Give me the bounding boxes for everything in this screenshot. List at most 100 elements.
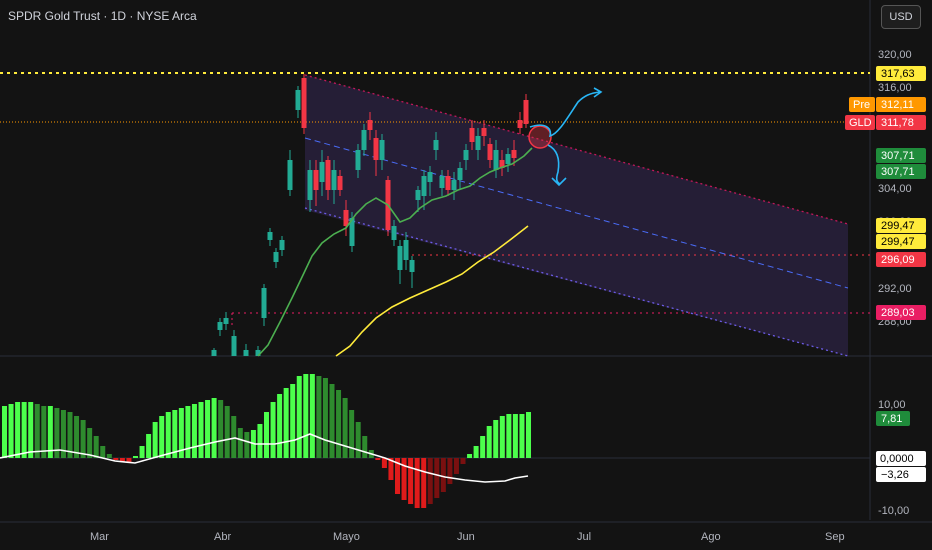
candle-body[interactable] <box>295 90 301 110</box>
histogram-bar <box>375 458 381 460</box>
osc-tag-value[interactable]: 7,81 <box>876 411 910 426</box>
histogram-bar <box>165 412 171 458</box>
histogram-bar <box>15 402 21 458</box>
histogram-bar <box>414 458 420 508</box>
osc-tick-minus-10: -10,00 <box>878 505 909 517</box>
histogram-bar <box>349 410 355 458</box>
candle-body[interactable] <box>523 100 529 124</box>
candle-body[interactable] <box>211 350 217 356</box>
osc-tick-10: 10,00 <box>878 399 906 411</box>
candle-body[interactable] <box>267 232 273 240</box>
histogram-bar <box>427 458 433 504</box>
histogram-bar <box>218 400 224 458</box>
candle-body[interactable] <box>451 180 457 190</box>
candle-body[interactable] <box>355 150 361 170</box>
candle-body[interactable] <box>427 172 433 182</box>
price-tick-292: 292,00 <box>878 283 912 295</box>
price-tag-ma-slow-1[interactable]: 299,47 <box>876 218 926 233</box>
candle-body[interactable] <box>481 128 487 136</box>
svg-text:311,78: 311,78 <box>881 117 914 129</box>
histogram-bar <box>231 416 237 458</box>
svg-text:299,47: 299,47 <box>881 220 915 232</box>
candle-body[interactable] <box>421 176 427 196</box>
candle-body[interactable] <box>337 176 343 190</box>
candle-body[interactable] <box>243 350 249 356</box>
histogram-bar <box>440 458 446 492</box>
svg-text:312,11: 312,11 <box>881 99 914 111</box>
svg-text:Pre: Pre <box>853 99 870 111</box>
candle-body[interactable] <box>391 226 397 240</box>
histogram-bar <box>499 416 505 458</box>
histogram-bar <box>80 420 86 458</box>
histogram-bar <box>139 446 145 458</box>
candle-body[interactable] <box>511 150 517 158</box>
price-tag-ma-slow-2[interactable]: 299,47 <box>876 234 926 249</box>
histogram-bar <box>146 434 152 458</box>
candle-body[interactable] <box>319 162 325 182</box>
candle-body[interactable] <box>475 136 481 150</box>
histogram-bar <box>519 414 525 458</box>
candle-body[interactable] <box>373 138 379 160</box>
candle-body[interactable] <box>273 252 279 262</box>
candle-body[interactable] <box>457 168 463 180</box>
candle-body[interactable] <box>469 128 475 142</box>
osc-tag-signal[interactable]: −3,26 <box>876 467 926 482</box>
candle-body[interactable] <box>445 176 451 190</box>
histogram-bar <box>152 422 158 458</box>
candle-body[interactable] <box>433 140 439 150</box>
price-tag-last[interactable]: GLD 311,78 <box>845 115 926 130</box>
candle-body[interactable] <box>343 210 349 226</box>
candle-body[interactable] <box>415 190 421 200</box>
candle-body[interactable] <box>223 318 229 324</box>
histogram-bar <box>257 424 263 458</box>
candle-body[interactable] <box>439 176 445 188</box>
candle-body[interactable] <box>397 246 403 270</box>
candle-body[interactable] <box>505 154 511 164</box>
price-tag-pre[interactable]: Pre 312,11 <box>849 97 926 112</box>
candle-body[interactable] <box>313 170 319 190</box>
candle-body[interactable] <box>307 170 313 200</box>
candle-body[interactable] <box>463 150 469 160</box>
svg-text:317,63: 317,63 <box>881 68 915 80</box>
svg-text:0,0000: 0,0000 <box>880 453 914 465</box>
candle-body[interactable] <box>231 336 237 356</box>
candle-body[interactable] <box>279 240 285 250</box>
histogram-bar <box>453 458 459 474</box>
histogram-bar <box>362 436 368 458</box>
price-chart[interactable]: 320,00 316,00 304,00 300,00 292,00 288,0… <box>0 0 932 550</box>
candle-body[interactable] <box>261 288 267 318</box>
oscillator-histogram[interactable] <box>2 374 531 508</box>
candle-body[interactable] <box>409 260 415 272</box>
price-tag-level-296[interactable]: 296,09 <box>876 252 926 267</box>
candle-body[interactable] <box>325 160 331 190</box>
candle-body[interactable] <box>379 140 385 160</box>
osc-tag-zero[interactable]: 0,0000 <box>876 451 926 466</box>
candle-body[interactable] <box>331 170 337 190</box>
svg-text:289,03: 289,03 <box>881 307 915 319</box>
histogram-bar <box>486 426 492 458</box>
price-tag-level-289[interactable]: 289,03 <box>876 305 926 320</box>
candle-body[interactable] <box>493 150 499 170</box>
histogram-bar <box>355 422 361 458</box>
histogram-bar <box>2 406 7 458</box>
candle-body[interactable] <box>301 78 307 128</box>
candle-body[interactable] <box>487 144 493 160</box>
price-tag-ma-fast-1[interactable]: 307,71 <box>876 148 926 163</box>
price-tag-ma-fast-2[interactable]: 307,71 <box>876 164 926 179</box>
time-label-abr: Abr <box>214 531 231 543</box>
candle-body[interactable] <box>287 160 293 190</box>
histogram-bar <box>244 432 250 458</box>
price-tag-high[interactable]: 317,63 <box>876 66 926 81</box>
drawing-circle[interactable] <box>528 125 552 149</box>
histogram-bar <box>237 428 243 458</box>
candle-body[interactable] <box>217 322 223 330</box>
histogram-bar <box>434 458 440 498</box>
candle-body[interactable] <box>367 120 373 130</box>
svg-text:307,71: 307,71 <box>881 150 915 162</box>
time-label-jul: Jul <box>577 531 591 543</box>
histogram-bar <box>159 416 165 458</box>
candle-body[interactable] <box>403 240 409 260</box>
candle-body[interactable] <box>517 120 523 128</box>
histogram-bar <box>329 384 335 458</box>
candle-body[interactable] <box>361 130 367 150</box>
